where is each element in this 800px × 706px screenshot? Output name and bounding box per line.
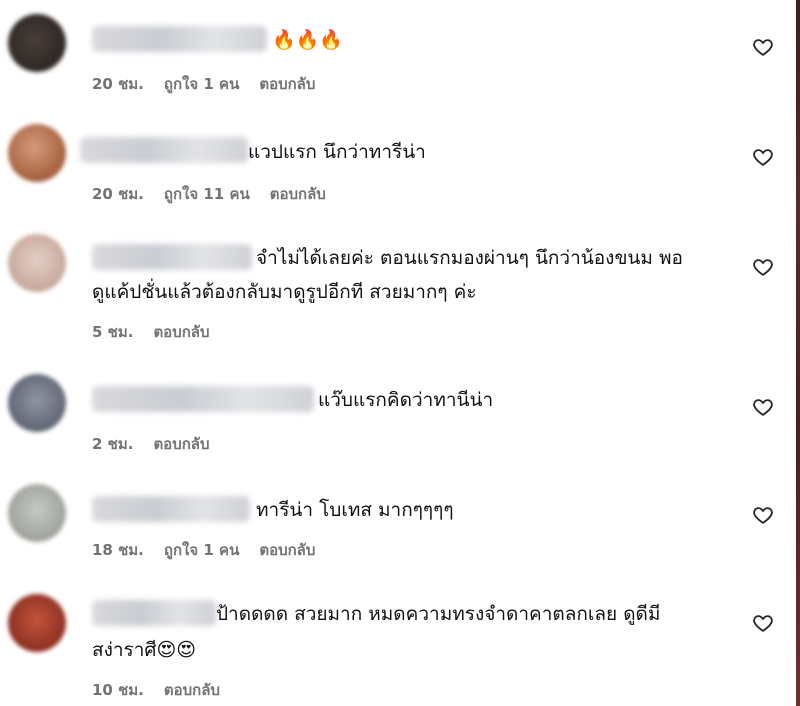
comment-time: 5 ชม. <box>92 323 134 341</box>
right-edge-strip <box>796 0 800 706</box>
username-blurred[interactable] <box>80 137 248 163</box>
username-blurred[interactable] <box>92 600 216 626</box>
comment-meta: 2 ชม. ตอบกลับ <box>92 432 230 456</box>
comment-meta: 10 ชม. ตอบกลับ <box>92 678 240 702</box>
comment-time: 18 ชม. <box>92 541 144 559</box>
comment-item: แว๊บแรกคิดว่าทานีน่า 2 ชม. ตอบกลับ <box>0 360 796 470</box>
comment-text-line-2: ดูแค้ปชั่นแล้วต้องกลับมาดูรูปอีกที สวยมา… <box>92 281 477 303</box>
avatar[interactable] <box>8 374 66 432</box>
heart-outline-icon[interactable] <box>752 396 774 418</box>
like-count[interactable]: ถูกใจ 11 คน <box>164 185 250 203</box>
comment-item: จำไม่ได้เลยค่ะ ตอนแรกมองผ่านๆ นึกว่าน้อง… <box>0 220 796 360</box>
heart-outline-icon[interactable] <box>752 146 774 168</box>
comment-time: 10 ชม. <box>92 681 144 699</box>
comment-item: 🔥🔥🔥 20 ชม. ถูกใจ 1 คน ตอบกลับ <box>0 0 796 110</box>
comment-item: ทารีน่า โบเทส มากๆๆๆๆ 18 ชม. ถูกใจ 1 คน ตอ… <box>0 470 796 580</box>
reply-button[interactable]: ตอบกลับ <box>259 75 315 93</box>
reply-button[interactable]: ตอบกลับ <box>153 435 209 453</box>
comment-text-line-1: ป้าดดดด สวยมาก หมดความทรงจำดาคาตลกเลย ดู… <box>216 603 661 625</box>
comment-meta: 20 ชม. ถูกใจ 1 คน ตอบกลับ <box>92 72 335 96</box>
comment-meta: 18 ชม. ถูกใจ 1 คน ตอบกลับ <box>92 538 335 562</box>
comment-meta: 5 ชม. ตอบกลับ <box>92 320 230 344</box>
comment-meta: 20 ชม. ถูกใจ 11 คน ตอบกลับ <box>92 182 346 206</box>
reply-button[interactable]: ตอบกลับ <box>153 323 209 341</box>
comment-text: แวปแรก นึกว่าทารีน่า <box>248 141 426 163</box>
avatar[interactable] <box>8 484 66 542</box>
comment-text: ทารีน่า โบเทส มากๆๆๆๆ <box>256 499 454 521</box>
comment-item: แวปแรก นึกว่าทารีน่า 20 ชม. ถูกใจ 11 คน ตอ… <box>0 110 796 220</box>
comment-item: ป้าดดดด สวยมาก หมดความทรงจำดาคาตลกเลย ดู… <box>0 580 796 706</box>
reply-button[interactable]: ตอบกลับ <box>270 185 326 203</box>
heart-outline-icon[interactable] <box>752 36 774 58</box>
like-count[interactable]: ถูกใจ 1 คน <box>164 75 239 93</box>
username-blurred[interactable] <box>92 244 252 270</box>
avatar[interactable] <box>8 14 66 72</box>
comment-time: 20 ชม. <box>92 185 144 203</box>
comment-text-line-1: จำไม่ได้เลยค่ะ ตอนแรกมองผ่านๆ นึกว่าน้อง… <box>256 247 683 269</box>
reply-button[interactable]: ตอบกลับ <box>164 681 220 699</box>
username-blurred[interactable] <box>92 386 314 412</box>
avatar[interactable] <box>8 594 66 652</box>
avatar[interactable] <box>8 124 66 182</box>
heart-outline-icon[interactable] <box>752 504 774 526</box>
comment-text-line-2: สง่าราศี😍😍 <box>92 639 197 661</box>
username-blurred[interactable] <box>92 496 250 522</box>
comment-time: 2 ชม. <box>92 435 134 453</box>
reply-button[interactable]: ตอบกลับ <box>259 541 315 559</box>
avatar[interactable] <box>8 234 66 292</box>
comment-text: 🔥🔥🔥 <box>272 29 343 51</box>
like-count[interactable]: ถูกใจ 1 คน <box>164 541 239 559</box>
heart-outline-icon[interactable] <box>752 612 774 634</box>
username-blurred[interactable] <box>92 26 267 52</box>
heart-outline-icon[interactable] <box>752 256 774 278</box>
comment-time: 20 ชม. <box>92 75 144 93</box>
comment-text: แว๊บแรกคิดว่าทานีน่า <box>318 389 494 411</box>
